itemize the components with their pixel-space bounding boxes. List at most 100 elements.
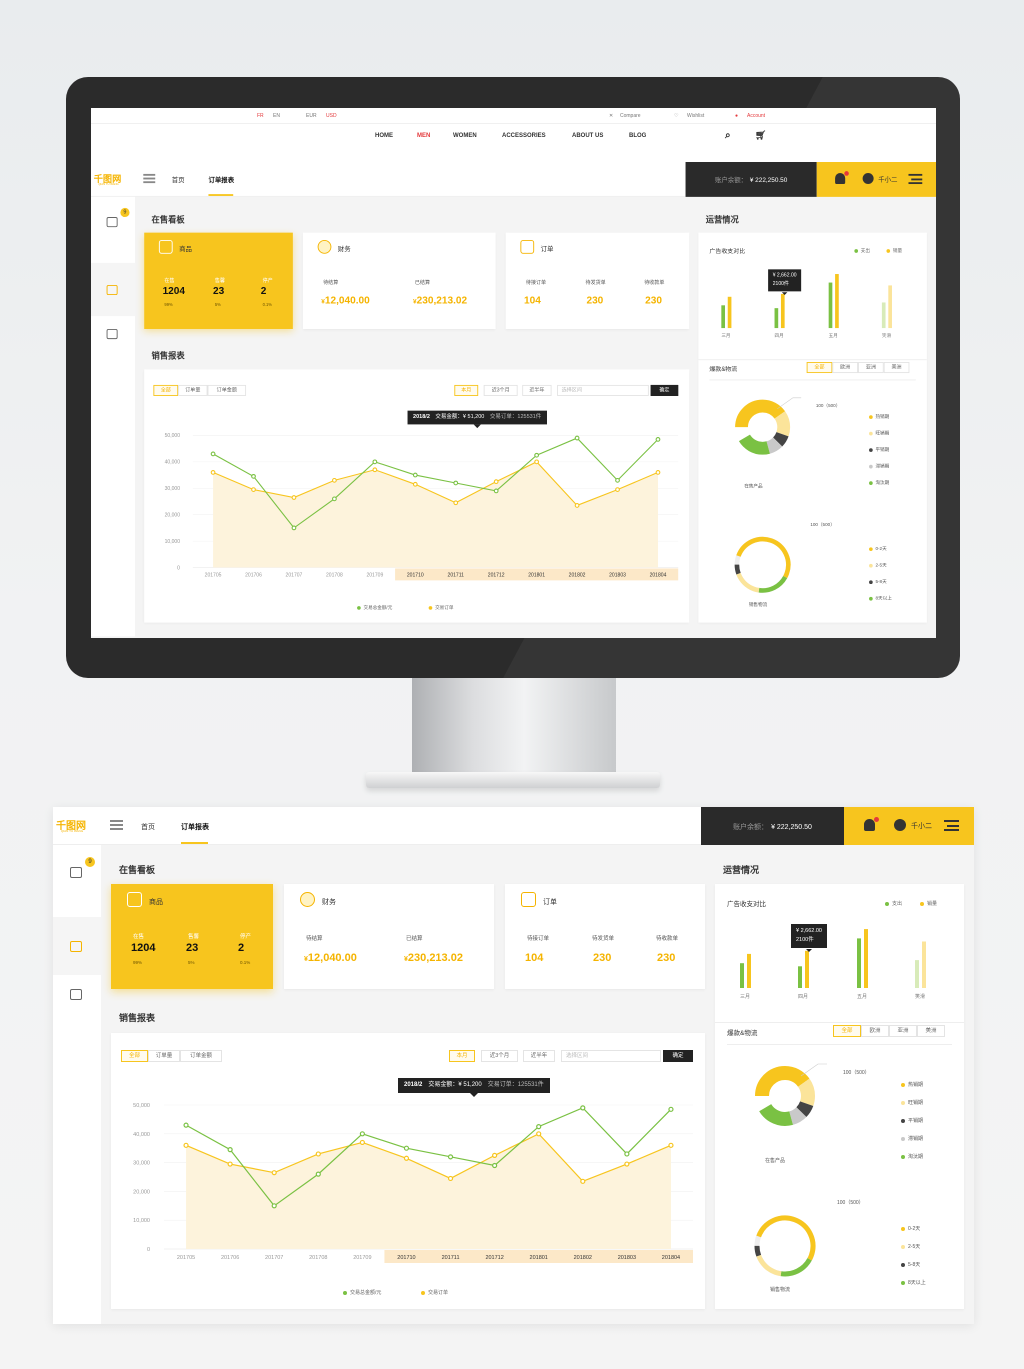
legend-amount: 交易总金额/元 xyxy=(343,1289,381,1296)
line-chart-svg: 0 10,000 20,000 30,000 40,000 50,000 201705 201… xyxy=(133,1103,693,1263)
data-point xyxy=(315,1171,321,1177)
legend-amount-label: 交易总金额/元 xyxy=(350,1290,382,1296)
lang-fr[interactable]: FR xyxy=(257,113,264,119)
home-icon[interactable] xyxy=(106,217,118,228)
donut1-legend-flat: 平销期 xyxy=(869,446,889,453)
goods-label-soldout: 售馨 xyxy=(214,278,225,285)
donut2-2-5 xyxy=(754,1215,816,1277)
breadcrumb-home[interactable]: 首页 xyxy=(172,176,185,185)
bell-icon[interactable] xyxy=(864,819,875,831)
tooltip-period: 2018/2 xyxy=(413,414,430,420)
currency-usd[interactable]: USD xyxy=(326,113,337,119)
legend-text: 0-2天 xyxy=(875,546,887,552)
nav-blog[interactable]: BLOG xyxy=(629,133,646,139)
x-tick-label: 201706 xyxy=(221,1255,239,1261)
data-point xyxy=(580,1105,586,1111)
search-icon[interactable]: ⌕ xyxy=(725,130,731,141)
user-menu-icon[interactable] xyxy=(944,820,959,831)
sales-report-card: 全部 订单量 订单金额 本月 近3个月 近半年 选择区间 确定 0 10,000 2… xyxy=(111,1033,705,1309)
orders-card[interactable]: 订单 待接订单 104 待发货单 230 待收款单 230 xyxy=(505,232,690,329)
data-point xyxy=(447,1154,454,1160)
avatar[interactable] xyxy=(894,819,906,831)
menu-toggle-icon[interactable] xyxy=(110,820,123,830)
x-tick-label: 201803 xyxy=(618,1255,636,1261)
legend-orders: 交易订单 xyxy=(421,1289,448,1296)
finance-card[interactable]: 财务 待结算 ¥12,040.00 已结算 ¥230,213.02 xyxy=(284,884,494,989)
account-link[interactable]: Account xyxy=(747,113,765,119)
donut1-total: 100（500） xyxy=(815,403,841,409)
balance-value: ¥ 222,250.50 xyxy=(749,177,788,185)
legend-text: 5-8天 xyxy=(908,1262,921,1268)
x-tick-label: 201705 xyxy=(177,1255,195,1261)
orders-value-ship: 230 xyxy=(593,952,612,964)
balance-label: 账户余额： xyxy=(733,824,769,831)
y-tick-label: 0 xyxy=(177,565,180,571)
goods-label-discontinued: 停产 xyxy=(240,934,252,940)
donut1-legend-slow: 滞销期 xyxy=(901,1135,923,1142)
nav-men[interactable]: MEN xyxy=(417,133,430,139)
legend-text: 8天以上 xyxy=(908,1280,926,1286)
data-point xyxy=(492,1152,498,1159)
donut2-5-8 xyxy=(754,1215,816,1277)
compare-link[interactable]: Compare xyxy=(620,113,641,119)
username[interactable]: 千小二 xyxy=(878,175,897,184)
notification-dot xyxy=(844,171,849,176)
goods-label-onsale: 在售 xyxy=(133,934,145,940)
lang-en[interactable]: EN xyxy=(273,113,280,119)
legend-text: 0-2天 xyxy=(908,1226,921,1232)
currency-eur[interactable]: EUR xyxy=(306,113,317,119)
calendar-icon[interactable] xyxy=(106,284,118,296)
legend-orders: 交易订单 xyxy=(428,604,453,611)
user-icon[interactable]: ● xyxy=(735,113,738,119)
nav-accessories[interactable]: ACCESSORIES xyxy=(502,133,546,139)
donut-logistics xyxy=(754,1215,816,1277)
compare-icon[interactable]: ✕ xyxy=(609,113,613,119)
username[interactable]: 千小二 xyxy=(911,821,932,831)
x-tick-label: 201710 xyxy=(407,573,424,579)
menu-toggle-icon[interactable] xyxy=(143,173,156,184)
finance-card[interactable]: 财务 待结算 ¥12,040.00 已结算 ¥230,213.02 xyxy=(302,232,496,329)
on-sale-title: 在售看板 xyxy=(151,215,185,225)
nav-about-us[interactable]: ABOUT US xyxy=(572,133,603,139)
x-tick-label: 201710 xyxy=(397,1255,415,1261)
data-point xyxy=(536,1131,542,1137)
heart-icon[interactable]: ♡ xyxy=(674,113,678,119)
swatch xyxy=(901,1262,905,1267)
donut2-legend-8plus: 8天以上 xyxy=(901,1279,926,1286)
breadcrumb-current[interactable]: 订单报表 xyxy=(208,176,234,185)
data-point xyxy=(574,503,580,508)
x-tick-label: 201707 xyxy=(286,573,303,579)
monitor-screen: FR EN EUR USD ✕ Compare ♡ Wishlist ● Acc… xyxy=(91,108,936,638)
save-icon[interactable] xyxy=(70,989,82,1000)
x-tick-label: 201802 xyxy=(574,1255,592,1261)
grid-icon xyxy=(158,239,173,254)
nav-home[interactable]: HOME xyxy=(375,133,393,139)
donut2-label: 销售物流 xyxy=(770,1287,791,1293)
wishlist-link[interactable]: Wishlist xyxy=(687,113,704,119)
legend-orders-label: 交易订单 xyxy=(428,1290,449,1296)
save-icon[interactable] xyxy=(106,328,118,340)
avatar[interactable] xyxy=(862,173,874,185)
home-icon[interactable] xyxy=(70,867,82,878)
donut2-8plus xyxy=(734,536,791,593)
x-tick-label: 201804 xyxy=(650,573,667,579)
breadcrumb-home[interactable]: 首页 xyxy=(141,822,155,832)
store-top-bar: FR EN EUR USD ✕ Compare ♡ Wishlist ● Acc… xyxy=(91,108,936,124)
sales-report-title: 销售报表 xyxy=(119,1013,156,1023)
orders-card[interactable]: 订单 待接订单 104 待发货单 230 待收款单 230 xyxy=(505,884,705,989)
legend-text: 旺销期 xyxy=(908,1100,924,1106)
breadcrumb-current[interactable]: 订单报表 xyxy=(181,822,209,832)
goods-card-title: 商品 xyxy=(179,246,192,253)
goods-label-discontinued: 停产 xyxy=(262,278,273,285)
nav-women[interactable]: WOMEN xyxy=(453,133,477,139)
goods-card[interactable]: 商品 在售 1204 99% 售馨 23 5% 停产 2 0.1% xyxy=(111,884,273,989)
legend-text: 2-5天 xyxy=(875,562,887,569)
data-point xyxy=(615,487,620,492)
calendar-icon[interactable] xyxy=(70,941,82,952)
goods-value-discontinued: 2 xyxy=(238,942,245,954)
goods-card[interactable]: 商品 在售 1204 99% 售馨 23 5% 停产 2 0.1% xyxy=(144,232,293,329)
cart-icon[interactable]: 🛒︎ xyxy=(755,130,766,141)
x-tick-label: 201711 xyxy=(448,573,465,579)
sales-report-title: 销售报表 xyxy=(151,351,185,361)
user-menu-icon[interactable] xyxy=(908,173,923,185)
